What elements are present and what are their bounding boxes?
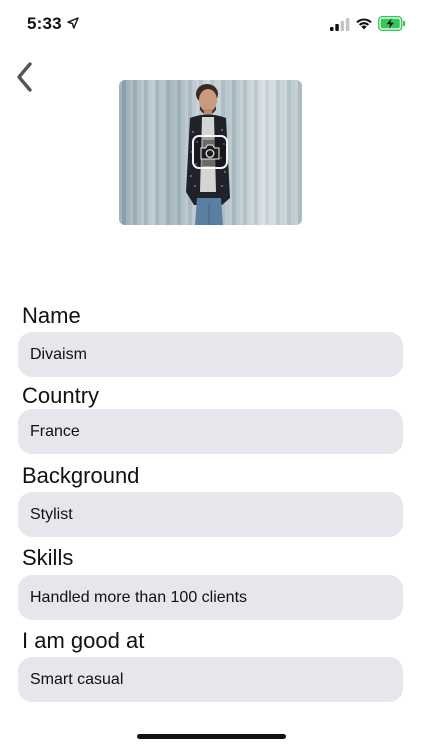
change-photo-button[interactable] — [192, 135, 228, 169]
profile-photo[interactable] — [119, 80, 302, 225]
background-label: Background — [22, 463, 140, 488]
name-field[interactable]: Divaism — [18, 332, 403, 377]
cellular-signal-icon — [330, 18, 350, 31]
name-label: Name — [22, 303, 81, 328]
battery-charging-icon — [378, 16, 406, 31]
edit-profile-screen: 5:33 Name Divaism Country France Backgro… — [0, 0, 422, 750]
good-at-field[interactable]: Smart casual — [18, 657, 403, 702]
wifi-icon — [356, 18, 372, 30]
good-at-label: I am good at — [22, 628, 145, 653]
camera-icon — [200, 144, 220, 160]
chevron-left-icon — [17, 62, 32, 92]
status-time: 5:33 — [27, 14, 62, 33]
skills-label: Skills — [22, 545, 74, 570]
back-button[interactable] — [8, 58, 40, 96]
location-arrow-icon — [67, 17, 79, 29]
background-field[interactable]: Stylist — [18, 492, 403, 537]
country-label: Country — [22, 383, 100, 408]
skills-field[interactable]: Handled more than 100 clients — [18, 575, 403, 620]
status-bar: 5:33 — [0, 0, 422, 48]
country-field[interactable]: France — [18, 409, 403, 454]
home-indicator — [137, 734, 286, 739]
